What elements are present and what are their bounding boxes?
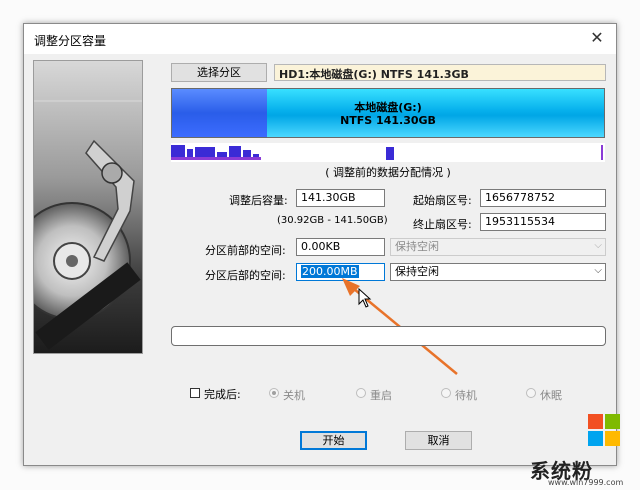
- end-sector-label: 终止扇区号:: [413, 218, 472, 231]
- partition-bar-text: 本地磁盘(G:) NTFS 141.30GB: [172, 101, 604, 127]
- partition-name: 本地磁盘(G:): [354, 101, 422, 114]
- start-sector-label: 起始扇区号:: [413, 194, 472, 207]
- hard-drive-icon: [34, 100, 142, 350]
- radio-dot: [269, 388, 279, 398]
- cancel-button[interactable]: 取消: [405, 431, 472, 450]
- space-before-label: 分区前部的空间:: [205, 244, 286, 257]
- space-after-label: 分区后部的空间:: [205, 269, 286, 282]
- radio-dot: [526, 388, 536, 398]
- partition-details: NTFS 141.30GB: [340, 114, 436, 127]
- diskgenius-logo: [33, 60, 143, 354]
- checkbox-box[interactable]: [190, 388, 200, 398]
- watermark-url: www.win7999.com: [548, 478, 624, 487]
- title-bar: 调整分区容量 ✕: [24, 24, 616, 54]
- space-before-input[interactable]: 0.00KB: [296, 238, 385, 256]
- radio-hibernate-label: 休眠: [540, 389, 562, 402]
- distribution-caption: ( 调整前的数据分配情况 ): [325, 166, 451, 179]
- windows-logo-icon: [588, 414, 622, 448]
- size-input[interactable]: 141.30GB: [296, 189, 385, 207]
- size-range-label: (30.92GB - 141.50GB): [277, 215, 388, 226]
- radio-shutdown-label: 关机: [283, 389, 305, 402]
- close-icon[interactable]: ✕: [588, 29, 606, 47]
- window-title: 调整分区容量: [34, 34, 107, 48]
- resize-partition-dialog: 调整分区容量 ✕ 选择分区 HD1:本地磁盘(G:) NTFS 141.3GB …: [23, 23, 617, 466]
- radio-standby-label: 待机: [455, 389, 477, 402]
- radio-restart-label: 重启: [370, 389, 392, 402]
- disk-info-label: HD1:本地磁盘(G:) NTFS 141.3GB: [274, 64, 606, 81]
- data-distribution-map: [171, 143, 605, 162]
- mouse-cursor-icon: [358, 288, 372, 308]
- radio-dot: [356, 388, 366, 398]
- chevron-down-icon: ⌵: [594, 240, 602, 251]
- radio-dot: [441, 388, 451, 398]
- screenshot-frame: 调整分区容量 ✕ 选择分区 HD1:本地磁盘(G:) NTFS 141.3GB …: [0, 0, 640, 490]
- size-label: 调整后容量:: [229, 194, 288, 207]
- partition-bar[interactable]: 本地磁盘(G:) NTFS 141.30GB: [171, 88, 605, 138]
- chevron-down-icon: ⌵: [594, 265, 602, 276]
- end-sector-input[interactable]: 1953115534: [480, 213, 606, 231]
- select-partition-button[interactable]: 选择分区: [171, 63, 267, 82]
- start-button[interactable]: 开始: [300, 431, 367, 450]
- space-before-dropdown: 保持空闲 ⌵: [390, 238, 606, 256]
- space-before-option: 保持空闲: [395, 240, 439, 253]
- after-complete-label: 完成后:: [204, 388, 241, 401]
- progress-bar: [171, 326, 606, 346]
- data-distribution-graph: [171, 143, 605, 162]
- start-sector-input[interactable]: 1656778752: [480, 189, 606, 207]
